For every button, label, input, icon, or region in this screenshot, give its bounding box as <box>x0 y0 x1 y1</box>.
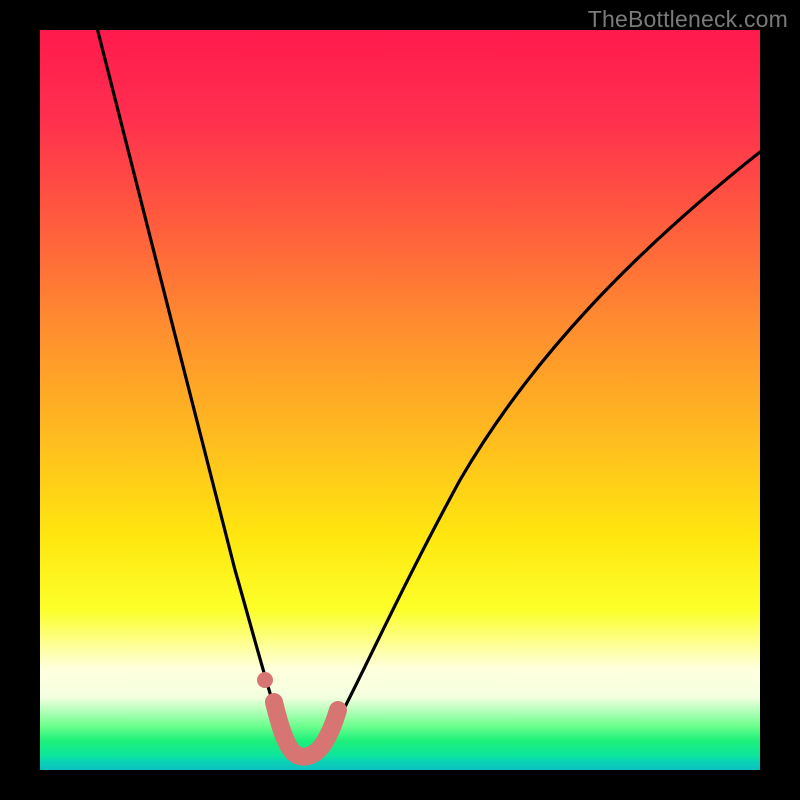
bottleneck-curve <box>98 30 760 756</box>
curve-layer <box>40 30 760 770</box>
watermark-text: TheBottleneck.com <box>588 6 788 33</box>
highlight-segment <box>274 702 338 757</box>
chart-frame: TheBottleneck.com <box>0 0 800 800</box>
plot-area <box>40 30 760 770</box>
highlight-dot <box>257 672 273 688</box>
